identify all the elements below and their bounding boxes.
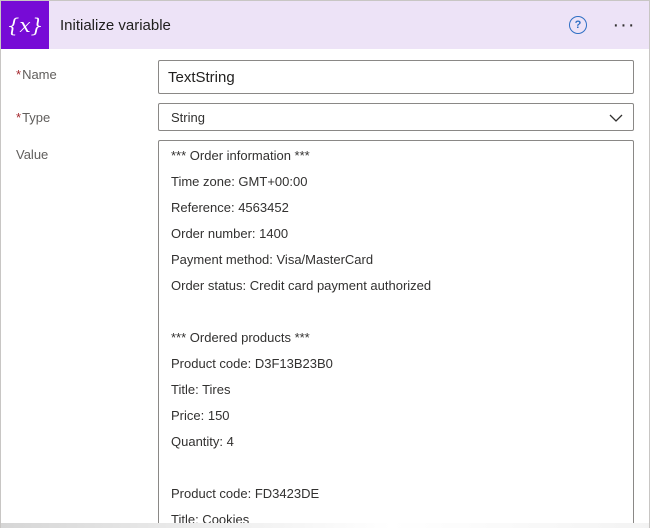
- value-line: Order number: 1400: [171, 226, 289, 241]
- value-line: *** Ordered products ***: [171, 330, 310, 345]
- required-mark: *: [16, 67, 22, 82]
- chevron-down-icon: [609, 114, 623, 122]
- initialize-variable-card: {x} Initialize variable ? ··· *Name *Typ…: [0, 0, 650, 528]
- type-label: *Type: [16, 110, 50, 125]
- value-textarea[interactable]: *** Order information *** Time zone: GMT…: [158, 140, 634, 528]
- value-line: [171, 460, 621, 486]
- variable-glyph: {x}: [7, 13, 44, 37]
- type-label-text: Type: [22, 110, 51, 125]
- type-dropdown-value: String: [171, 110, 205, 125]
- type-dropdown[interactable]: String: [158, 103, 634, 131]
- value-line: [171, 304, 621, 330]
- value-line: Time zone: GMT+00:00: [171, 174, 308, 189]
- value-line: Reference: 4563452: [171, 200, 289, 215]
- help-icon[interactable]: ?: [569, 16, 587, 34]
- value-line: *** Order information ***: [171, 148, 310, 163]
- variable-icon: {x}: [1, 1, 49, 49]
- card-header[interactable]: {x} Initialize variable ? ···: [1, 1, 649, 49]
- value-line: Title: Tires: [171, 382, 231, 397]
- name-label-text: Name: [22, 67, 57, 82]
- name-input[interactable]: [158, 60, 634, 94]
- value-line: Order status: Credit card payment author…: [171, 278, 432, 293]
- value-label: Value: [16, 147, 49, 162]
- required-mark: *: [16, 110, 22, 125]
- name-label: *Name: [16, 67, 57, 82]
- value-line: Quantity: 4: [171, 434, 234, 449]
- bottom-edge-shadow: [1, 523, 649, 528]
- more-options-icon[interactable]: ···: [606, 14, 642, 36]
- value-line: Product code: D3F13B23B0: [171, 356, 333, 371]
- value-line: Payment method: Visa/MasterCard: [171, 252, 374, 267]
- value-line: Price: 150: [171, 408, 230, 423]
- value-line: Product code: FD3423DE: [171, 486, 320, 501]
- card-title: Initialize variable: [60, 17, 171, 34]
